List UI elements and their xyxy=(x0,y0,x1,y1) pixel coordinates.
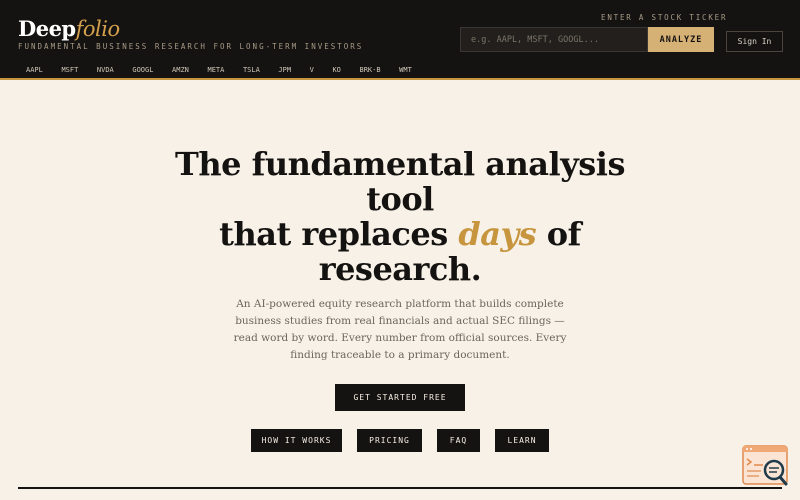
tagline: FUNDAMENTAL BUSINESS RESEARCH FOR LONG-T… xyxy=(18,42,364,51)
headline-line: tool xyxy=(366,180,434,218)
headline-line: The fundamental analysis xyxy=(175,145,625,183)
ticker-input[interactable] xyxy=(460,27,648,52)
ticker-link[interactable]: META xyxy=(207,66,224,74)
analyze-button[interactable]: ANALYZE xyxy=(648,27,714,52)
ticker-link[interactable]: GOOGL xyxy=(132,66,153,74)
headline-line: research. xyxy=(318,250,482,288)
search-widget-icon[interactable] xyxy=(741,444,790,488)
ticker-link[interactable]: AMZN xyxy=(172,66,189,74)
hero-subtext: An AI-powered equity research platform t… xyxy=(233,298,567,361)
logo-main: Deep xyxy=(18,16,76,41)
ticker-link[interactable]: KO xyxy=(332,66,340,74)
ticker-link[interactable]: TSLA xyxy=(243,66,260,74)
site-header: Deepfolio FUNDAMENTAL BUSINESS RESEARCH … xyxy=(0,0,800,80)
headline-text: that replaces xyxy=(219,215,448,253)
hero-headline: The fundamental analysis tool that repla… xyxy=(0,147,800,287)
logo[interactable]: Deepfolio xyxy=(18,16,120,41)
sign-in-button[interactable]: Sign In xyxy=(726,31,783,52)
ticker-link[interactable]: V xyxy=(310,66,314,74)
logo-accent: folio xyxy=(75,17,121,41)
how-it-works-button[interactable]: HOW IT WORKS xyxy=(251,429,342,452)
pricing-button[interactable]: PRICING xyxy=(357,429,422,452)
headline-text: of xyxy=(546,215,582,253)
learn-button[interactable]: LEARN xyxy=(495,429,549,452)
headline-accent: days xyxy=(458,215,537,253)
section-divider xyxy=(18,487,782,489)
get-started-button[interactable]: GET STARTED FREE xyxy=(335,384,465,411)
ticker-link[interactable]: AAPL xyxy=(26,66,43,74)
ticker-link[interactable]: NVDA xyxy=(97,66,114,74)
ticker-link[interactable]: JPM xyxy=(278,66,291,74)
ticker-link[interactable]: BRK-B xyxy=(359,66,380,74)
ticker-link[interactable]: WMT xyxy=(399,66,412,74)
faq-button[interactable]: FAQ xyxy=(437,429,480,452)
headline-line: that replaces days of xyxy=(0,217,800,252)
ticker-link[interactable]: MSFT xyxy=(61,66,78,74)
ticker-strip: AAPL MSFT NVDA GOOGL AMZN META TSLA JPM … xyxy=(26,66,430,74)
ticker-label: ENTER A STOCK TICKER xyxy=(601,13,728,22)
